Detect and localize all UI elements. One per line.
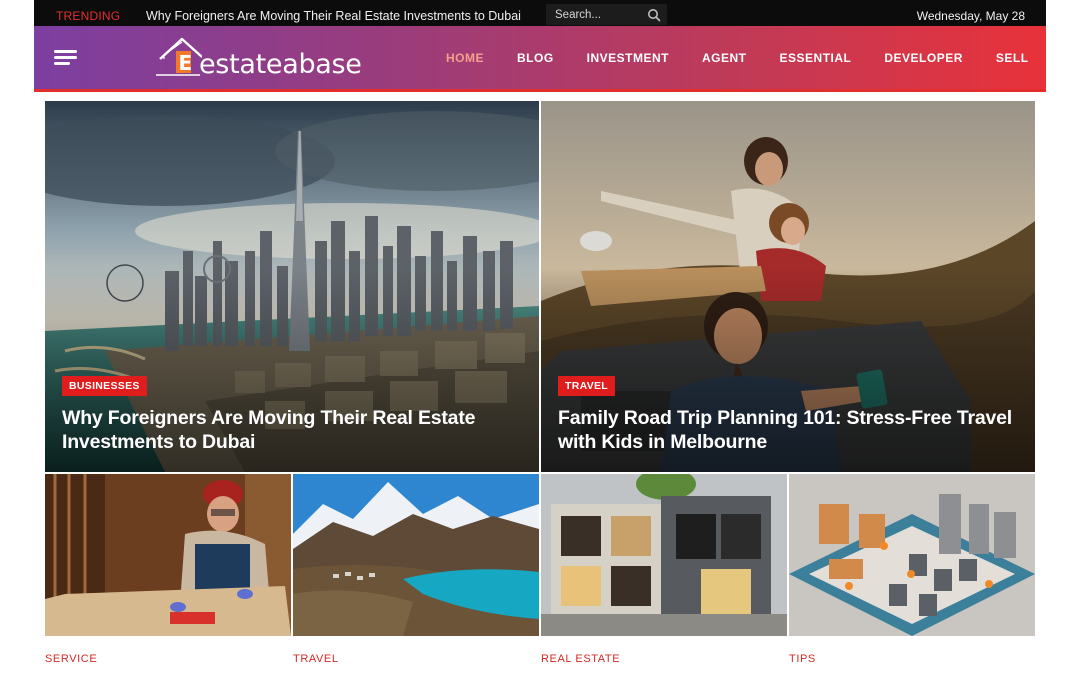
category-link-tips[interactable]: TIPS	[789, 653, 816, 665]
featured-headline[interactable]: Why Foreigners Are Moving Their Real Est…	[62, 406, 519, 454]
top-bar: TRENDING Why Foreigners Are Moving Their…	[34, 0, 1046, 26]
small-card-service[interactable]	[45, 474, 291, 636]
current-date: Wednesday, May 28	[916, 9, 1025, 23]
nav-home[interactable]: HOME	[446, 51, 484, 65]
small-card-real-estate[interactable]	[541, 474, 787, 636]
trending-headline-link[interactable]: Why Foreigners Are Moving Their Real Est…	[146, 9, 521, 23]
search-icon[interactable]	[647, 8, 661, 22]
category-badge[interactable]: TRAVEL	[558, 376, 616, 396]
nav-blog[interactable]: BLOG	[517, 51, 554, 65]
main-nav: HOME BLOG INVESTMENT AGENT ESSENTIAL DEV…	[446, 26, 1062, 89]
nav-agent[interactable]: AGENT	[702, 51, 747, 65]
small-card-tips[interactable]	[789, 474, 1035, 636]
nav-essential[interactable]: ESSENTIAL	[780, 51, 852, 65]
nav-developer[interactable]: DEVELOPER	[884, 51, 963, 65]
logo-text: estateabase	[199, 49, 362, 80]
small-card-travel[interactable]	[293, 474, 539, 636]
category-badge[interactable]: BUSINESSES	[62, 376, 147, 396]
nav-sell[interactable]: SELL	[996, 51, 1029, 65]
worker-image	[45, 474, 291, 636]
search-input[interactable]	[546, 4, 646, 25]
site-logo[interactable]: E estateabase	[156, 35, 362, 81]
menu-icon[interactable]	[54, 50, 77, 66]
category-link-service[interactable]: SERVICE	[45, 653, 97, 665]
trending-label: TRENDING	[56, 9, 121, 23]
featured-card-road-trip[interactable]: TRAVEL Family Road Trip Planning 101: St…	[541, 101, 1035, 472]
nav-investment[interactable]: INVESTMENT	[587, 51, 669, 65]
search-box	[546, 4, 667, 25]
category-link-real-estate[interactable]: REAL ESTATE	[541, 653, 620, 665]
house-logo-icon: E	[156, 37, 202, 76]
featured-card-dubai[interactable]: BUSINESSES Why Foreigners Are Moving The…	[45, 101, 539, 472]
modern-house-image	[541, 474, 787, 636]
category-link-travel[interactable]: TRAVEL	[293, 653, 339, 665]
isometric-factory-image	[789, 474, 1035, 636]
site-header: E estateabase HOME BLOG INVESTMENT AGENT…	[34, 26, 1046, 89]
logo-letter: E	[179, 51, 193, 75]
featured-headline[interactable]: Family Road Trip Planning 101: Stress-Fr…	[558, 406, 1015, 454]
mountain-lake-image	[293, 474, 539, 636]
header-divider	[34, 89, 1046, 92]
